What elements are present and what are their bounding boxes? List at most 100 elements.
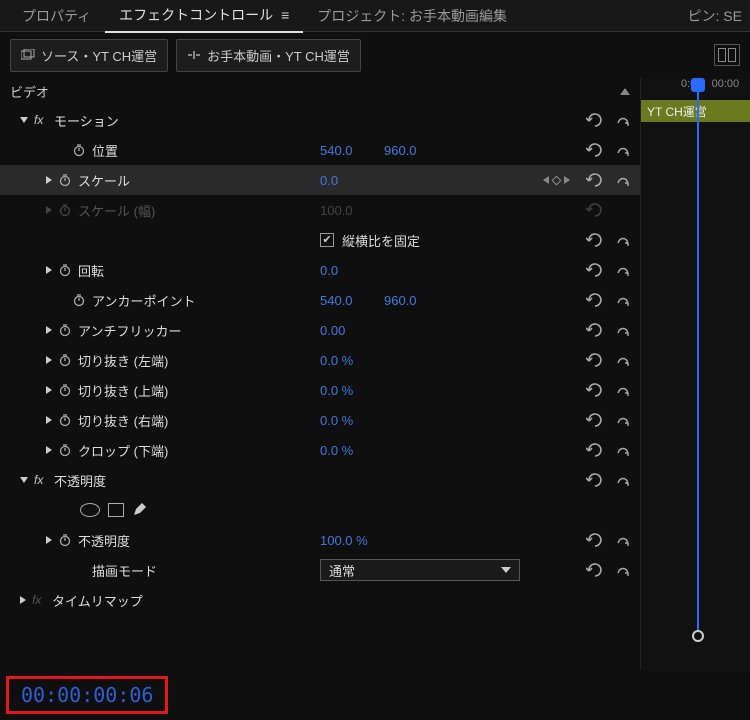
- reset-icon[interactable]: [586, 113, 604, 127]
- twirl-right-icon[interactable]: [46, 176, 52, 184]
- stopwatch-icon: [58, 203, 72, 217]
- keyframe-type-icon[interactable]: [616, 533, 630, 547]
- rotation-value[interactable]: 0.0: [320, 263, 360, 278]
- stopwatch-icon[interactable]: [72, 143, 86, 157]
- opacity-value[interactable]: 100.0 %: [320, 533, 368, 548]
- keyframe-nav[interactable]: [543, 176, 570, 184]
- next-key-icon[interactable]: [564, 176, 570, 184]
- keyframe-type-icon[interactable]: [616, 323, 630, 337]
- fx-badge[interactable]: fx: [34, 113, 48, 127]
- effect-time-remap[interactable]: fx タイムリマップ: [0, 585, 640, 615]
- pen-mask-icon[interactable]: [132, 501, 148, 520]
- keyframe-type-icon[interactable]: [616, 383, 630, 397]
- reset-icon[interactable]: [586, 533, 604, 547]
- keyframe-type-icon[interactable]: [616, 443, 630, 457]
- twirl-right-icon[interactable]: [46, 266, 52, 274]
- twirl-right-icon[interactable]: [46, 446, 52, 454]
- twirl-right-icon[interactable]: [46, 416, 52, 424]
- crop-bottom-value[interactable]: 0.0 %: [320, 443, 360, 458]
- reset-icon[interactable]: [586, 443, 604, 457]
- keyframe-type-icon[interactable]: [616, 233, 630, 247]
- twirl-right-icon[interactable]: [46, 536, 52, 544]
- stopwatch-icon[interactable]: [58, 413, 72, 427]
- reset-icon[interactable]: [586, 473, 604, 487]
- stopwatch-icon[interactable]: [72, 293, 86, 307]
- prop-rotation: 回転 0.0: [0, 255, 640, 285]
- prop-scale-width: スケール (幅) 100.0: [0, 195, 640, 225]
- anchor-y[interactable]: 960.0: [384, 293, 424, 308]
- effect-motion[interactable]: fx モーション: [0, 105, 640, 135]
- panel-menu-icon[interactable]: ≡: [281, 7, 289, 23]
- reset-icon[interactable]: [586, 233, 604, 247]
- crop-top-value[interactable]: 0.0 %: [320, 383, 360, 398]
- collapse-up-icon[interactable]: [620, 88, 630, 95]
- keyframe-type-icon[interactable]: [616, 263, 630, 277]
- keyframe-type-icon[interactable]: [616, 143, 630, 157]
- reset-icon[interactable]: [586, 173, 604, 187]
- timeline-toggle-icon[interactable]: [714, 44, 740, 66]
- stopwatch-icon[interactable]: [58, 383, 72, 397]
- prop-blend-mode: 描画モード 通常: [0, 555, 640, 585]
- stopwatch-icon[interactable]: [58, 263, 72, 277]
- reset-icon[interactable]: [586, 293, 604, 307]
- fx-badge[interactable]: fx: [34, 473, 48, 487]
- reset-icon[interactable]: [586, 353, 604, 367]
- blend-mode-dropdown[interactable]: 通常: [320, 559, 520, 581]
- rect-mask-icon[interactable]: [108, 503, 124, 517]
- source-tab-1[interactable]: ソース・YT CH運営: [10, 39, 168, 72]
- antiflicker-value[interactable]: 0.00: [320, 323, 360, 338]
- position-x[interactable]: 540.0: [320, 143, 360, 158]
- video-section-header[interactable]: ビデオ: [0, 78, 640, 105]
- twirl-right-icon[interactable]: [20, 596, 26, 604]
- keyframe-type-icon[interactable]: [616, 413, 630, 427]
- reset-icon[interactable]: [586, 323, 604, 337]
- prop-scale[interactable]: スケール 0.0: [0, 165, 640, 195]
- reset-icon[interactable]: [586, 413, 604, 427]
- source-tab-2[interactable]: お手本動画・YT CH運営: [176, 39, 361, 72]
- pin-label[interactable]: ピン: SE: [688, 6, 742, 26]
- playhead-handle[interactable]: [692, 630, 704, 642]
- stopwatch-icon[interactable]: [58, 443, 72, 457]
- twirl-right-icon[interactable]: [46, 326, 52, 334]
- uniform-scale-checkbox[interactable]: ✔: [320, 233, 334, 247]
- twirl-down-icon[interactable]: [20, 117, 28, 123]
- stopwatch-icon[interactable]: [58, 173, 72, 187]
- reset-icon[interactable]: [586, 563, 604, 577]
- tab-project[interactable]: プロジェクト: お手本動画編集: [303, 0, 521, 32]
- mini-timeline[interactable]: 0:00 00:00 YT CH運営: [640, 78, 750, 670]
- effect-opacity[interactable]: fx 不透明度: [0, 465, 640, 495]
- anchor-x[interactable]: 540.0: [320, 293, 360, 308]
- scale-value[interactable]: 0.0: [320, 173, 360, 188]
- prop-crop-bottom: クロップ (下端) 0.0 %: [0, 435, 640, 465]
- footer: 00:00:00:06: [0, 670, 750, 720]
- master-icon: [187, 49, 201, 61]
- tab-properties[interactable]: プロパティ: [8, 0, 105, 32]
- prev-key-icon[interactable]: [543, 176, 549, 184]
- keyframe-type-icon[interactable]: [616, 113, 630, 127]
- position-y[interactable]: 960.0: [384, 143, 424, 158]
- source-icon: [21, 49, 35, 61]
- add-key-icon[interactable]: [552, 175, 562, 185]
- timecode-display[interactable]: 00:00:00:06: [6, 676, 168, 714]
- clip-bar[interactable]: YT CH運営: [641, 100, 750, 122]
- stopwatch-icon[interactable]: [58, 353, 72, 367]
- stopwatch-icon[interactable]: [58, 533, 72, 547]
- crop-left-value[interactable]: 0.0 %: [320, 353, 360, 368]
- keyframe-type-icon[interactable]: [616, 473, 630, 487]
- keyframe-type-icon[interactable]: [616, 173, 630, 187]
- fx-badge[interactable]: fx: [32, 593, 46, 607]
- twirl-down-icon[interactable]: [20, 477, 28, 483]
- keyframe-type-icon[interactable]: [616, 563, 630, 577]
- reset-icon[interactable]: [586, 143, 604, 157]
- stopwatch-icon[interactable]: [58, 323, 72, 337]
- twirl-right-icon[interactable]: [46, 386, 52, 394]
- keyframe-type-icon[interactable]: [616, 293, 630, 307]
- ellipse-mask-icon[interactable]: [80, 503, 100, 517]
- reset-icon[interactable]: [586, 263, 604, 277]
- tab-effect-controls[interactable]: エフェクトコントロール ≡: [105, 0, 303, 33]
- reset-icon[interactable]: [586, 383, 604, 397]
- keyframe-type-icon[interactable]: [616, 353, 630, 367]
- crop-right-value[interactable]: 0.0 %: [320, 413, 360, 428]
- scale-w-value: 100.0: [320, 203, 360, 218]
- twirl-right-icon[interactable]: [46, 356, 52, 364]
